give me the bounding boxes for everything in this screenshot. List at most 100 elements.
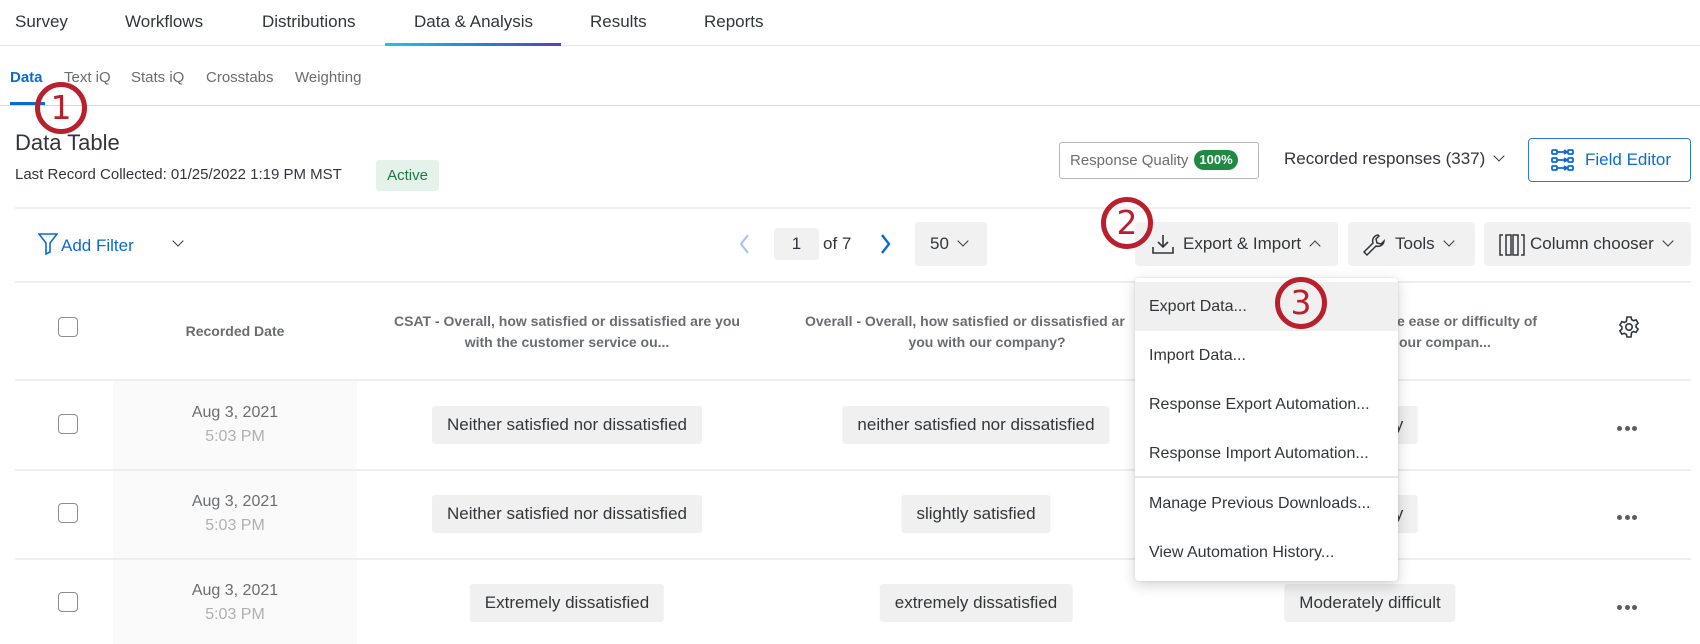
filter-icon — [37, 233, 59, 256]
last-record-collected: Last Record Collected: 01/25/2022 1:19 P… — [15, 166, 342, 183]
header-line: with the customer service ou... — [464, 334, 670, 350]
recorded-responses-dropdown[interactable]: Recorded responses (337) — [1284, 149, 1505, 169]
add-filter-button[interactable]: Add Filter — [37, 233, 134, 256]
more-icon-dot — [1632, 515, 1637, 520]
add-filter-label: Add Filter — [61, 236, 134, 255]
subtab-crosstabs[interactable]: Crosstabs — [206, 69, 274, 86]
more-icon-dot — [1632, 605, 1637, 610]
subtab-weighting[interactable]: Weighting — [295, 69, 361, 86]
chevron-left-icon — [739, 234, 749, 254]
more-icon-dot — [1617, 426, 1622, 431]
csat-cell[interactable]: Extremely dissatisfied — [469, 584, 665, 622]
recorded-date-cell: Aug 3, 2021 5:03 PM — [113, 490, 357, 538]
previous-page-button[interactable] — [735, 231, 755, 257]
chevron-down-icon — [1443, 235, 1455, 247]
header-line: Overall - Overall, how satisfied or diss… — [805, 313, 1125, 329]
tools-button[interactable]: Tools — [1348, 222, 1475, 266]
overall-cell[interactable]: extremely dissatisfied — [879, 584, 1073, 622]
row-checkbox[interactable] — [58, 414, 78, 434]
row-divider — [15, 469, 1691, 471]
column-header-recorded-date[interactable]: Recorded Date — [113, 321, 357, 342]
column-header-csat[interactable]: CSAT - Overall, how satisfied or dissati… — [357, 311, 777, 353]
divider — [15, 207, 1691, 209]
field-editor-label: Field Editor — [1585, 150, 1671, 169]
menu-item-response-export-automation[interactable]: Response Export Automation... — [1135, 380, 1398, 429]
menu-item-export-data[interactable]: Export Data... — [1135, 282, 1398, 331]
column-header-overall[interactable]: Overall - Overall, how satisfied or diss… — [777, 311, 1197, 353]
tab-results[interactable]: Results — [590, 12, 647, 32]
gear-icon — [1618, 316, 1640, 338]
table-top-border — [15, 281, 1691, 283]
column-header-ease[interactable]: e ease or difficulty of our compan... — [1397, 311, 1557, 353]
tab-distributions[interactable]: Distributions — [262, 12, 356, 32]
header-line: e ease or difficulty of — [1397, 313, 1538, 329]
page-number-input[interactable]: 1 — [774, 228, 819, 260]
tab-data-analysis[interactable]: Data & Analysis — [414, 12, 533, 32]
page-size-dropdown[interactable]: 50 — [915, 222, 987, 266]
chevron-right-icon — [881, 234, 891, 254]
more-icon-dot — [1632, 426, 1637, 431]
header-line: you with our company? — [908, 334, 1066, 350]
sub-tabs: Data Text iQ Stats iQ Crosstabs Weightin… — [0, 60, 1700, 106]
response-quality-button[interactable]: Response Quality 100% — [1059, 142, 1259, 179]
chevron-down-icon — [172, 235, 184, 247]
column-chooser-button[interactable]: Column chooser — [1484, 222, 1691, 266]
row-actions-button[interactable] — [1617, 418, 1641, 431]
tab-reports[interactable]: Reports — [704, 12, 764, 32]
menu-divider — [1135, 476, 1398, 478]
chevron-up-icon — [1309, 240, 1321, 252]
row-divider — [15, 558, 1691, 560]
columns-icon — [1499, 234, 1525, 256]
csat-cell[interactable]: Neither satisfied nor dissatisfied — [431, 406, 703, 444]
more-icon-dot — [1624, 605, 1630, 610]
subtab-stats-iq[interactable]: Stats iQ — [131, 69, 184, 86]
menu-item-response-import-automation[interactable]: Response Import Automation... — [1135, 429, 1398, 478]
ease-cell[interactable]: Moderately difficult — [1284, 584, 1456, 622]
column-chooser-label: Column chooser — [1530, 234, 1654, 253]
row-divider — [15, 379, 1691, 381]
recorded-date-cell: Aug 3, 2021 5:03 PM — [113, 401, 357, 449]
overall-cell[interactable]: slightly satisfied — [901, 495, 1051, 533]
row-checkbox[interactable] — [58, 503, 78, 523]
active-tab-indicator — [385, 43, 561, 46]
filter-options-button[interactable] — [172, 235, 190, 252]
page-total: of 7 — [823, 234, 852, 253]
date-text: Aug 3, 2021 — [191, 493, 279, 510]
date-text: Aug 3, 2021 — [191, 582, 279, 599]
header-line: CSAT - Overall, how satisfied or dissati… — [394, 313, 740, 329]
status-badge: Active — [376, 160, 439, 191]
recorded-responses-label: Recorded responses (337) — [1284, 149, 1486, 168]
next-page-button[interactable] — [875, 231, 895, 257]
response-quality-label: Response Quality — [1070, 152, 1189, 169]
row-actions-button[interactable] — [1617, 507, 1641, 520]
callout-2: 2 — [1101, 197, 1153, 249]
page-size-value: 50 — [930, 234, 949, 253]
tab-workflows[interactable]: Workflows — [125, 12, 203, 32]
tools-label: Tools — [1395, 234, 1435, 253]
download-icon — [1152, 235, 1174, 254]
response-quality-badge: 100% — [1194, 150, 1238, 170]
tab-survey[interactable]: Survey — [15, 12, 68, 32]
more-icon-dot — [1617, 605, 1622, 610]
top-nav: Survey Workflows Distributions Data & An… — [0, 0, 1700, 46]
row-actions-button[interactable] — [1617, 597, 1641, 610]
recorded-date-cell: Aug 3, 2021 5:03 PM — [113, 579, 357, 627]
subtab-data[interactable]: Data — [10, 69, 43, 86]
menu-item-view-automation-history[interactable]: View Automation History... — [1135, 528, 1398, 577]
csat-cell[interactable]: Neither satisfied nor dissatisfied — [431, 495, 703, 533]
more-icon-dot — [1624, 426, 1630, 431]
menu-item-manage-previous-downloads[interactable]: Manage Previous Downloads... — [1135, 479, 1398, 528]
overall-cell[interactable]: neither satisfied nor dissatisfied — [842, 406, 1110, 444]
page-title: Data Table — [15, 130, 120, 155]
table-settings-button[interactable] — [1617, 315, 1641, 344]
menu-item-import-data[interactable]: Import Data... — [1135, 331, 1398, 380]
row-checkbox[interactable] — [58, 592, 78, 612]
field-editor-button[interactable]: Field Editor — [1528, 138, 1691, 182]
more-icon-dot — [1617, 515, 1622, 520]
wrench-icon — [1362, 234, 1385, 257]
chevron-down-icon — [1662, 235, 1674, 247]
select-all-checkbox[interactable] — [58, 317, 78, 337]
export-import-menu: Export Data... Import Data... Response E… — [1135, 278, 1398, 581]
export-import-button[interactable]: Export & Import — [1135, 222, 1338, 266]
time-text: 5:03 PM — [205, 606, 265, 623]
